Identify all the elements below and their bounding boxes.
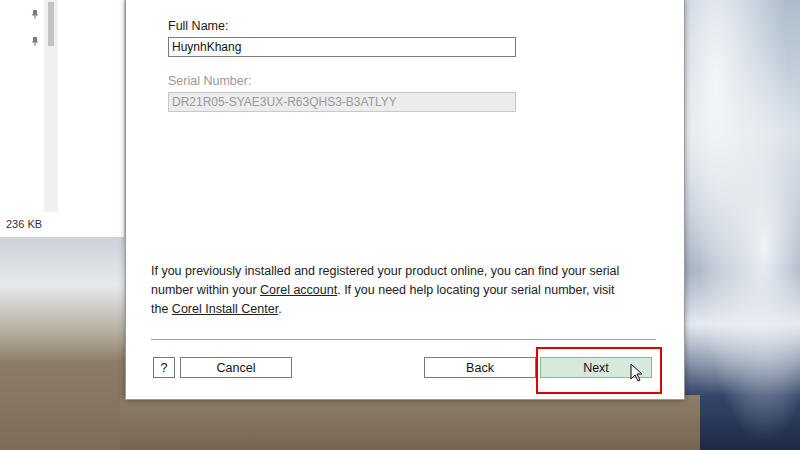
button-label: Cancel	[217, 361, 256, 375]
form-field: Serial Number:	[168, 73, 684, 112]
highlight-box	[536, 347, 662, 394]
wallpaper	[680, 0, 800, 450]
spacer	[126, 128, 684, 262]
cursor-icon	[630, 363, 643, 383]
dialog-button[interactable]: Cancel	[180, 357, 292, 378]
scrollbar-thumb[interactable]	[48, 2, 54, 46]
wallpaper	[0, 230, 140, 450]
installer-dialog: Full Name: Serial Number: If you previousl…	[125, 0, 685, 400]
pin-icon[interactable]	[30, 9, 40, 19]
dialog-button[interactable]: Back	[424, 357, 536, 378]
button-row: ? Cancel Back Next	[126, 340, 684, 399]
wallpaper	[120, 395, 700, 450]
explorer-window[interactable]: 236 KB	[0, 0, 125, 238]
dialog-button[interactable]: ?	[153, 357, 175, 378]
field-input[interactable]	[168, 37, 516, 57]
separator	[151, 339, 656, 340]
info-segment: .	[278, 302, 281, 316]
field-input	[168, 92, 516, 112]
pin-icon[interactable]	[30, 36, 40, 46]
info-text: If you previously installed and register…	[126, 262, 658, 319]
field-label: Full Name:	[168, 18, 684, 34]
registration-form: Full Name: Serial Number:	[126, 0, 684, 128]
explorer-body	[0, 0, 124, 218]
field-label: Serial Number:	[168, 73, 684, 89]
info-link[interactable]: Corel account	[260, 283, 337, 297]
info-link[interactable]: Corel Install Center	[172, 302, 278, 316]
form-field: Full Name:	[168, 18, 684, 57]
status-bar: 236 KB	[0, 218, 124, 237]
button-label: ?	[161, 361, 168, 375]
button-label: Next	[583, 361, 609, 375]
dialog-button[interactable]: Next	[540, 357, 652, 378]
button-label: Back	[466, 361, 494, 375]
navigation-pane	[0, 0, 44, 218]
scrollbar[interactable]	[44, 0, 58, 212]
desktop: 236 KB Full Name: Serial Number: If you pre…	[0, 0, 800, 450]
